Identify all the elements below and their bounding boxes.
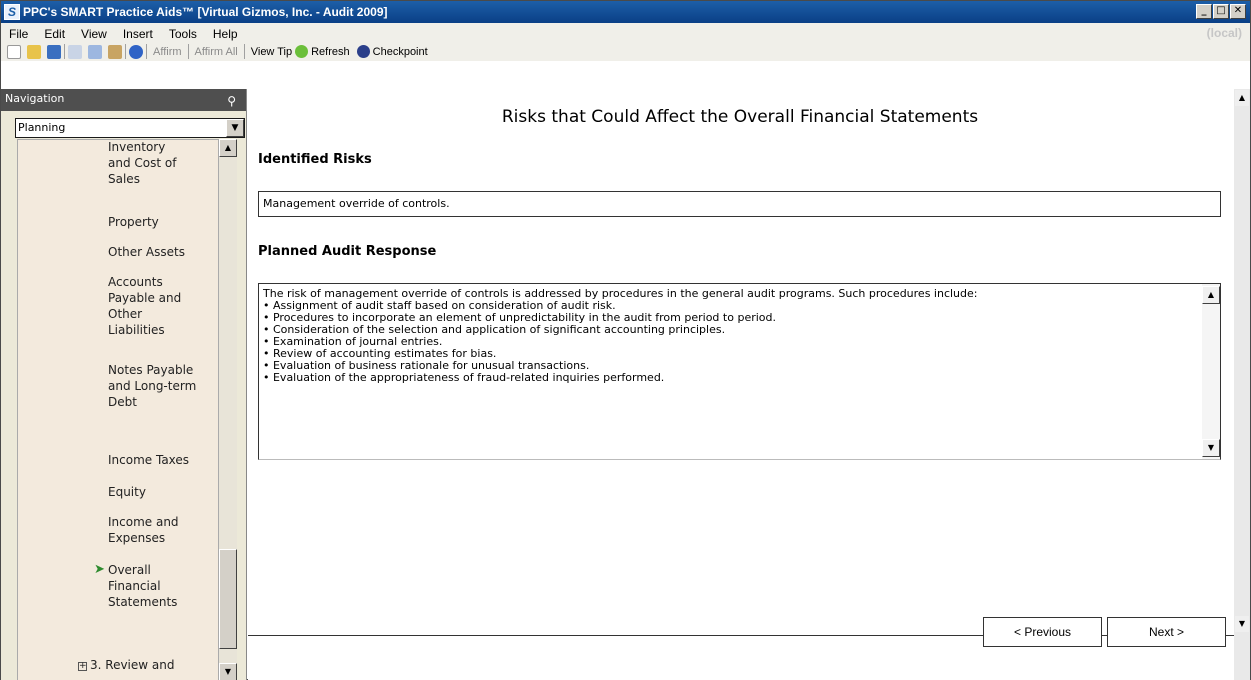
current-arrow-icon: ➤ — [94, 562, 105, 577]
navigation-tree: Inventory and Cost of Sales Property Oth… — [17, 139, 219, 680]
affirm-button[interactable]: Affirm — [150, 46, 185, 58]
nav-item-income-expenses[interactable]: Income and Expenses — [108, 514, 198, 546]
nav-item-inventory[interactable]: Inventory and Cost of Sales — [108, 140, 188, 187]
toolbar: Affirm Affirm All View Tip Refresh Check… — [1, 42, 431, 61]
scroll-thumb[interactable] — [219, 549, 237, 649]
response-scrollbar[interactable]: ▲ ▼ — [1202, 284, 1220, 459]
expand-icon[interactable]: + — [78, 662, 87, 671]
navigation-header: Navigation ⚲ — [1, 89, 246, 111]
app-logo-icon: S — [4, 4, 20, 20]
help-icon[interactable] — [129, 44, 143, 59]
refresh-button[interactable]: Refresh — [308, 46, 353, 58]
response-line: • Evaluation of the appropriateness of f… — [263, 371, 665, 384]
nav-item-overall-financial[interactable]: Overall Financial Statements — [108, 562, 188, 610]
menu-bar: File Edit View Insert Tools Help (local)… — [1, 23, 1250, 61]
planned-response-label: Planned Audit Response — [258, 244, 437, 259]
chevron-down-icon[interactable]: ▼ — [226, 119, 244, 137]
scroll-up-icon[interactable]: ▲ — [219, 139, 237, 157]
refresh-icon[interactable] — [295, 45, 309, 58]
server-label: (local) — [1206, 26, 1242, 40]
page-scroll-up-icon[interactable]: ▲ — [1234, 89, 1250, 107]
navigation-scrollbar[interactable]: ▲ ▼ — [219, 139, 237, 680]
maximize-button[interactable]: □ — [1213, 4, 1229, 19]
page-scrollbar[interactable]: ▲ ▼ — [1234, 89, 1250, 680]
previous-button[interactable]: < Previous — [983, 617, 1102, 647]
nav-item-notes-payable[interactable]: Notes Payable and Long-term Debt — [108, 362, 198, 410]
view-tip-button[interactable]: View Tip — [248, 46, 295, 58]
scroll-down-icon[interactable]: ▼ — [219, 663, 237, 680]
cut-icon[interactable] — [68, 44, 82, 59]
menu-edit[interactable]: Edit — [36, 23, 73, 41]
affirm-all-button[interactable]: Affirm All — [192, 46, 241, 58]
app-window: S PPC's SMART Practice Aids™ [Virtual Gi… — [0, 0, 1251, 680]
section-dropdown[interactable]: Planning ▼ — [15, 118, 245, 138]
response-scroll-up-icon[interactable]: ▲ — [1202, 286, 1220, 304]
response-scroll-down-icon[interactable]: ▼ — [1202, 439, 1220, 457]
title-bar: S PPC's SMART Practice Aids™ [Virtual Gi… — [1, 1, 1250, 23]
save-icon[interactable] — [47, 44, 61, 59]
next-button[interactable]: Next > — [1107, 617, 1226, 647]
nav-item-equity[interactable]: Equity — [108, 484, 218, 500]
menu-tools[interactable]: Tools — [161, 23, 205, 41]
checkpoint-icon[interactable] — [356, 45, 370, 58]
identified-risks-field[interactable]: Management override of controls. — [258, 191, 1221, 217]
menu-help[interactable]: Help — [205, 23, 246, 41]
nav-item-property[interactable]: Property — [108, 214, 218, 230]
close-button[interactable]: ✕ — [1230, 4, 1246, 19]
planned-response-field[interactable]: The risk of management override of contr… — [258, 283, 1221, 460]
section-dropdown-value: Planning — [18, 121, 66, 134]
open-folder-icon[interactable] — [27, 44, 41, 59]
copy-icon[interactable] — [88, 44, 102, 59]
nav-item-income-taxes[interactable]: Income Taxes — [108, 452, 218, 468]
checkpoint-button[interactable]: Checkpoint — [370, 46, 431, 58]
page-scroll-down-icon[interactable]: ▼ — [1234, 615, 1250, 633]
identified-risks-label: Identified Risks — [258, 152, 372, 167]
menu-insert[interactable]: Insert — [115, 23, 161, 41]
page-title: Risks that Could Affect the Overall Fina… — [501, 107, 979, 127]
window-title: PPC's SMART Practice Aids™ [Virtual Gizm… — [23, 5, 388, 19]
navigation-pane: Navigation ⚲ Planning ▼ Inventory and Co… — [1, 89, 247, 680]
new-icon[interactable] — [7, 44, 21, 59]
paste-icon[interactable] — [108, 44, 122, 59]
main-content: Risks that Could Affect the Overall Fina… — [248, 89, 1250, 680]
nav-item-accounts-payable[interactable]: Accounts Payable and Other Liabilities — [108, 274, 198, 338]
menu-file[interactable]: File — [1, 23, 36, 41]
navigation-title: Navigation — [5, 92, 65, 105]
nav-item-review[interactable]: 3. Review and — [90, 658, 174, 672]
menu-view[interactable]: View — [73, 23, 115, 41]
nav-item-other-assets[interactable]: Other Assets — [108, 244, 218, 260]
minimize-button[interactable]: _ — [1196, 4, 1212, 19]
pin-icon[interactable]: ⚲ — [227, 91, 236, 111]
